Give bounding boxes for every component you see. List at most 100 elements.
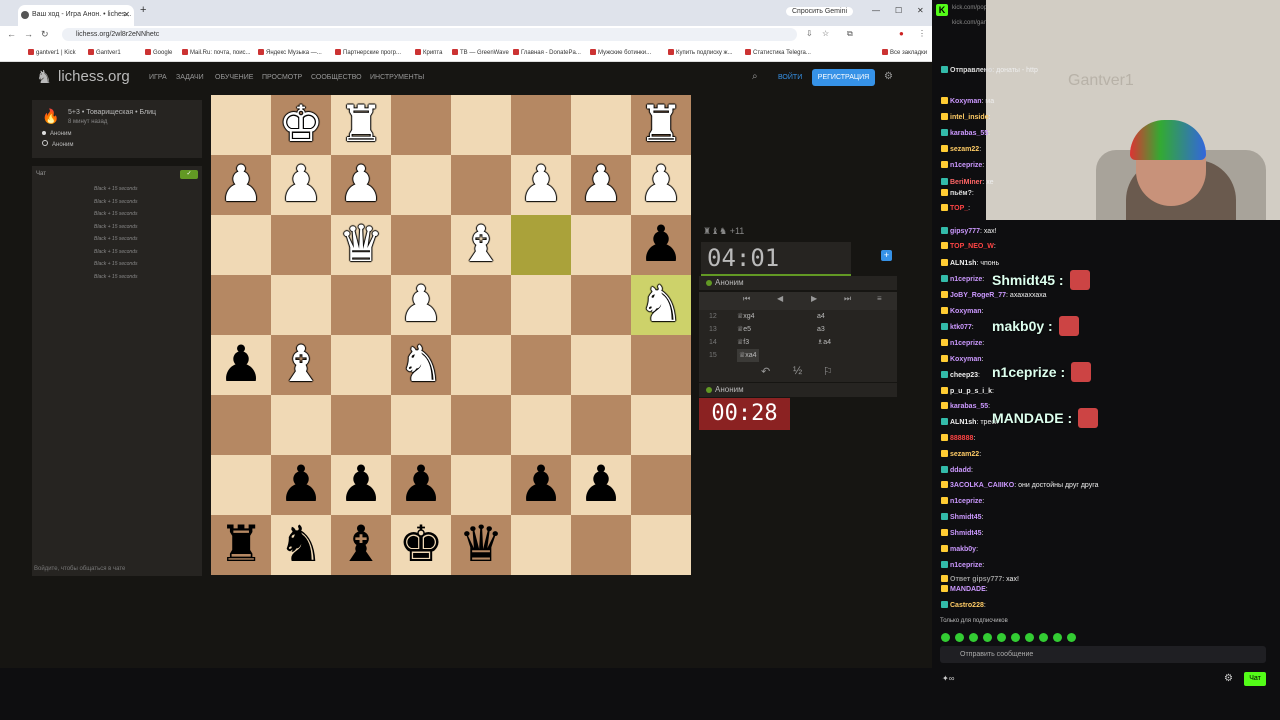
white-pawn-icon[interactable]: ♟ [571,155,631,215]
new-tab-button[interactable]: + [140,4,146,16]
bookmark-item[interactable]: Купить подписку ж... [668,49,733,56]
top-player-name[interactable]: Аноним [699,276,897,290]
chat-username[interactable]: ktk077 [950,324,972,331]
board-square[interactable] [271,275,331,335]
board-square[interactable] [511,275,571,335]
install-icon[interactable]: ⇩ [806,29,813,38]
back-icon[interactable]: ← [7,29,16,39]
maximize-icon[interactable]: ☐ [895,6,902,15]
board-square[interactable] [211,275,271,335]
first-move-icon[interactable]: ⏮ [743,294,750,304]
board-square[interactable] [451,395,511,455]
board-square[interactable] [511,95,571,155]
black-bishop-icon[interactable]: ♝ [331,515,391,575]
offer-draw-button[interactable]: ½ [793,365,802,377]
black-rook-icon[interactable]: ♜ [211,515,271,575]
board-square[interactable] [571,215,631,275]
white-bishop-icon[interactable]: ♝ [271,335,331,395]
emote-icon[interactable] [941,633,950,642]
menu-lines-icon[interactable]: ≡ [877,294,882,303]
white-queen-icon[interactable]: ♛ [331,215,391,275]
chess-board[interactable]: ♚ ♜ ♜ ♟ ♟ ♟ ♟ ♟ ♟ ♛ ♝ ♟ ♟ ♞ ♟ ♝ ♞ ♟ ♟ ♟ ♟ ♟ ♜ ♞ ♝ ♚ ♛ [211,95,691,575]
move-row[interactable]: 14 ♕f3 ♗a4 [699,336,897,349]
board-square[interactable] [571,395,631,455]
search-icon[interactable]: ⌕ [752,71,758,82]
nav-puzzles[interactable]: Задачи [176,74,204,81]
site-logo[interactable]: lichess.org [58,68,130,85]
chat-username[interactable]: JoBY_RogeR_77 [950,292,1006,299]
chat-username[interactable]: n1ceprize [950,498,982,505]
emote-icon[interactable] [1039,633,1048,642]
black-pawn-icon[interactable]: ♟ [571,455,631,515]
chat-message-input[interactable]: Отправить сообщение [940,646,1266,663]
emote-icon[interactable] [955,633,964,642]
black-pawn-icon[interactable]: ♟ [331,455,391,515]
resign-flag-icon[interactable]: ⚐ [823,365,833,378]
add-time-button[interactable]: + [881,250,892,261]
board-square[interactable] [631,395,691,455]
chat-username[interactable]: Koxyman [950,356,982,363]
board-square[interactable] [571,335,631,395]
board-square[interactable] [331,275,391,335]
chat-username[interactable]: ALN1sh [950,260,976,267]
move-row-current[interactable]: 15 ♕xa4 [699,349,897,362]
minimize-icon[interactable]: — [872,6,880,15]
gemini-button[interactable]: Спросить Gemini [786,7,854,16]
chat-username[interactable]: BeriMiner [950,179,982,186]
nav-play[interactable]: Игра [149,74,167,81]
board-square[interactable] [631,515,691,575]
tab-lichess[interactable]: Ваш ход - Игра Анон. • liches... ✕ [18,5,134,26]
bookmark-item[interactable]: Статистика Telegra... [745,49,811,56]
extensions-icon[interactable]: ⧉ [847,29,853,39]
chat-login-hint[interactable]: Войдите, чтобы общаться в чате [34,566,125,572]
black-knight-icon[interactable]: ♞ [271,515,331,575]
chat-username[interactable]: n1ceprize [950,562,982,569]
board-square[interactable] [271,215,331,275]
address-bar[interactable]: lichess.org/2wl8r2eNNhetc [62,28,797,41]
emote-icon[interactable] [969,633,978,642]
chat-username[interactable]: sezam22 [950,451,979,458]
bookmark-item[interactable]: Партнерские прогр... [335,49,401,56]
points-icon[interactable]: ✦∞ [942,674,954,683]
board-square[interactable] [211,95,271,155]
board-square[interactable] [331,335,391,395]
white-pawn-icon[interactable]: ♟ [331,155,391,215]
white-knight-icon[interactable]: ♞ [391,335,451,395]
bottom-player-name[interactable]: Аноним [699,383,897,397]
bookmark-item[interactable]: gantver1 | Kick [28,49,76,56]
chat-username[interactable]: Koxyman [950,98,982,105]
chat-username[interactable]: ALN1sh [950,419,976,426]
chat-username[interactable]: 888888 [950,435,973,442]
chat-username[interactable]: ddadd [950,467,971,474]
black-player[interactable]: Аноним [42,140,73,148]
chat-username[interactable]: sezam22 [950,146,979,153]
emote-icon[interactable] [997,633,1006,642]
move-row[interactable]: 12 ♕xg4 a4 [699,310,897,323]
board-square[interactable] [511,515,571,575]
send-chat-button[interactable]: Чат [1244,672,1266,686]
bookmark-item[interactable]: Google [145,49,172,56]
chat-username[interactable]: n1ceprize [950,276,982,283]
lichess-knight-logo-icon[interactable]: ♞ [36,67,52,88]
bookmark-item[interactable]: Крипта [415,49,442,56]
emote-icon[interactable] [1011,633,1020,642]
forward-icon[interactable]: → [24,29,33,39]
white-pawn-icon[interactable]: ♟ [211,155,271,215]
board-square[interactable] [391,155,451,215]
profile-avatar-icon[interactable]: ● [899,29,904,38]
nav-learn[interactable]: Обучение [215,74,253,81]
white-pawn-icon[interactable]: ♟ [511,155,571,215]
bookmark-star-icon[interactable]: ☆ [822,29,829,38]
chat-username[interactable]: TOP_ [950,205,968,212]
black-king-icon[interactable]: ♚ [391,515,451,575]
chat-username[interactable]: MANDADE [950,586,986,593]
bookmark-item[interactable]: Все закладки [882,49,927,56]
board-square[interactable] [571,515,631,575]
move-row[interactable]: 13 ♕e5 a3 [699,323,897,336]
chat-username[interactable]: n1ceprize [950,340,982,347]
board-square[interactable] [211,215,271,275]
last-move-icon[interactable]: ⏭ [844,294,851,304]
board-square[interactable] [211,455,271,515]
prev-move-icon[interactable]: ◀ [777,294,783,303]
board-square[interactable] [271,395,331,455]
